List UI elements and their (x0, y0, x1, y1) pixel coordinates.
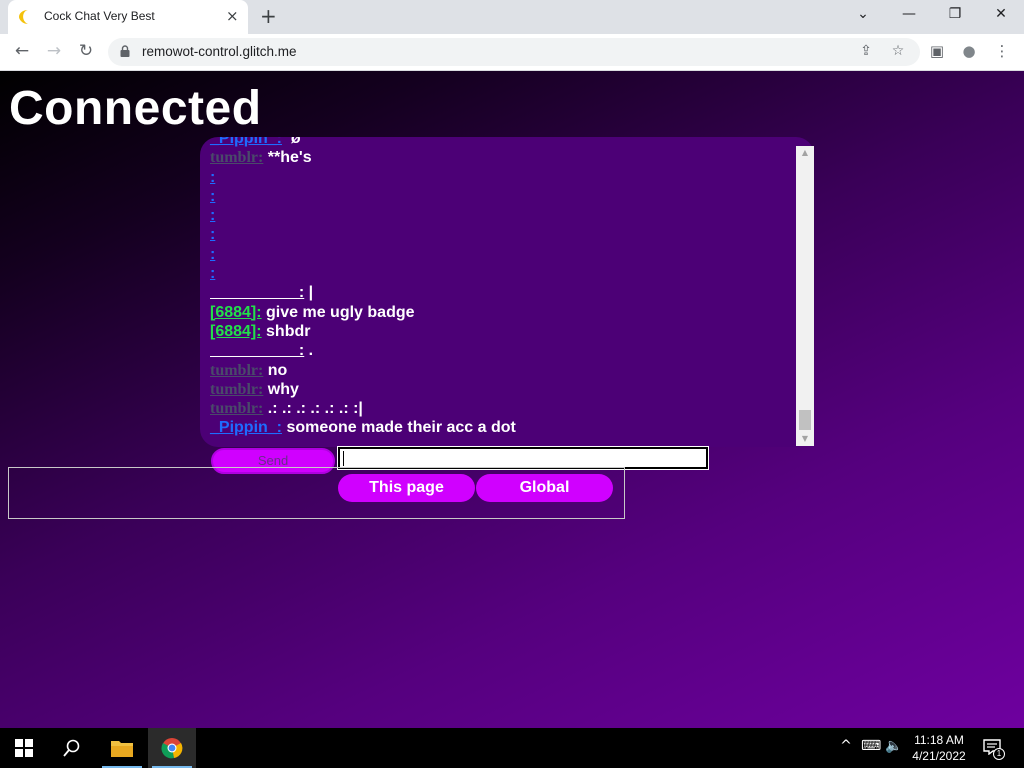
chat-message: : | (210, 283, 790, 302)
message-text: someone made their acc a dot (282, 419, 516, 437)
chat-message: : (210, 225, 790, 244)
scroll-up-arrow-icon[interactable]: ▲ (796, 146, 814, 160)
forward-button[interactable]: → (43, 41, 65, 61)
page-viewport: Connected _Pippin_: ø tumblr: **he's:::::… (0, 71, 1024, 728)
message-username-link[interactable]: : (210, 188, 215, 205)
message-list: _Pippin_: ø tumblr: **he's:::::: : | [6884… (210, 137, 790, 438)
chat-message: tumblr: .: .: .: .: .: .: :| (210, 399, 790, 418)
tab-search-chevron-icon[interactable]: ⌄ (851, 6, 875, 22)
chat-message: _Pippin_: ø (210, 137, 790, 148)
message-username-link[interactable]: : (210, 265, 215, 282)
url-text[interactable]: remowot-control.glitch.me (142, 44, 297, 59)
message-username-link[interactable]: : (210, 207, 215, 224)
start-button[interactable] (0, 728, 48, 768)
message-username-link[interactable]: tumblr: (210, 400, 263, 417)
chat-message: [6884]: give me ugly badge (210, 303, 790, 322)
restore-button[interactable]: ❐ (943, 6, 967, 22)
file-explorer-taskbar-button[interactable] (98, 728, 146, 768)
chrome-menu-icon[interactable]: ⋮ (992, 42, 1012, 60)
chat-message: _Pippin_: someone made their acc a dot (210, 418, 790, 437)
search-icon (63, 739, 80, 757)
message-username-link[interactable]: : (210, 342, 304, 359)
chat-message: : (210, 206, 790, 225)
minimize-button[interactable]: — (897, 6, 921, 22)
browser-tab-active[interactable]: Cock Chat Very Best × (8, 0, 248, 34)
lock-icon[interactable] (120, 45, 130, 57)
chat-message: : (210, 168, 790, 187)
clock-time: 11:18 AM (914, 733, 964, 747)
browser-toolbar: ← → ↻ remowot-control.glitch.me ⇪ ☆ ▣ ● … (0, 34, 1024, 71)
chrome-taskbar-button[interactable] (148, 728, 196, 768)
message-username-link[interactable]: : (210, 284, 304, 301)
chat-message: tumblr: no (210, 361, 790, 380)
scroll-down-arrow-icon[interactable]: ▼ (796, 432, 814, 446)
address-bar[interactable]: remowot-control.glitch.me ⇪ ☆ (108, 38, 920, 66)
side-panel-icon[interactable]: ▣ (927, 42, 947, 60)
message-text: . (304, 342, 314, 360)
chrome-icon (161, 738, 183, 759)
chat-message: tumblr: why (210, 380, 790, 399)
clock-date: 4/21/2022 (912, 749, 966, 763)
profile-avatar-icon[interactable]: ● (959, 42, 979, 60)
chat-message: tumblr: **he's (210, 148, 790, 167)
browser-titlebar: Cock Chat Very Best × + ⌄ — ❐ ✕ (0, 0, 1024, 34)
chat-scrollbar[interactable]: ▲ ▼ (796, 146, 814, 446)
message-username-link[interactable]: _Pippin_: (210, 137, 282, 147)
notification-count-badge: 1 (993, 748, 1005, 760)
tab-close-icon[interactable]: × (226, 8, 239, 24)
message-text: shbdr (261, 322, 311, 340)
chat-message: : (210, 264, 790, 283)
message-text: no (263, 361, 288, 379)
text-caret (343, 451, 344, 466)
notification-center-button[interactable]: 1 (980, 736, 1005, 760)
show-hidden-icons-chevron-icon[interactable]: ^ (836, 738, 856, 754)
folder-icon (111, 741, 133, 757)
windows-taskbar: ^ ⌨ 🔈 11:18 AM 4/21/2022 1 (0, 728, 1024, 768)
chat-log[interactable]: _Pippin_: ø tumblr: **he's:::::: : | [6884… (200, 137, 814, 447)
chat-scroll-area[interactable]: _Pippin_: ø tumblr: **he's:::::: : | [6884… (200, 137, 796, 447)
message-username-link[interactable]: : (210, 169, 215, 186)
new-tab-icon[interactable]: + (260, 5, 277, 27)
reload-button[interactable]: ↻ (75, 41, 97, 61)
connection-status-heading: Connected (9, 82, 262, 135)
message-username-link[interactable]: tumblr: (210, 149, 263, 166)
bookmark-star-icon[interactable]: ☆ (889, 43, 907, 59)
message-text: why (263, 380, 299, 398)
chat-message: : (210, 187, 790, 206)
network-icon[interactable]: ⌨ (861, 738, 881, 754)
windows-logo-icon (15, 739, 33, 757)
message-username-link[interactable]: [6884]: (210, 304, 262, 321)
back-button[interactable]: ← (11, 41, 33, 61)
chat-message: [6884]: shbdr (210, 322, 790, 341)
close-window-button[interactable]: ✕ (989, 6, 1013, 22)
message-username-link[interactable]: : (210, 226, 215, 243)
message-text: | (304, 284, 314, 302)
message-text: .: .: .: .: .: .: :| (263, 400, 363, 418)
tab-title: Cock Chat Very Best (44, 9, 155, 23)
search-button[interactable] (48, 728, 96, 768)
global-button[interactable]: Global (476, 474, 613, 502)
share-icon[interactable]: ⇪ (857, 43, 875, 59)
this-page-button[interactable]: This page (338, 474, 475, 502)
system-clock[interactable]: 11:18 AM 4/21/2022 (902, 732, 976, 764)
message-text: ø (282, 137, 301, 147)
message-input[interactable] (337, 446, 709, 470)
moon-favicon-icon (19, 10, 28, 24)
message-username-link[interactable]: [6884]: (210, 323, 262, 340)
message-username-link[interactable]: tumblr: (210, 362, 263, 379)
message-username-link[interactable]: tumblr: (210, 381, 263, 398)
chat-message: : (210, 245, 790, 264)
volume-icon[interactable]: 🔈 (884, 738, 904, 754)
message-text: **he's (263, 149, 312, 167)
scrollbar-thumb[interactable] (799, 410, 811, 430)
message-username-link[interactable]: _Pippin_: (210, 419, 282, 436)
message-text: give me ugly badge (261, 303, 415, 321)
message-username-link[interactable]: : (210, 246, 215, 263)
chat-message: : . (210, 341, 790, 360)
